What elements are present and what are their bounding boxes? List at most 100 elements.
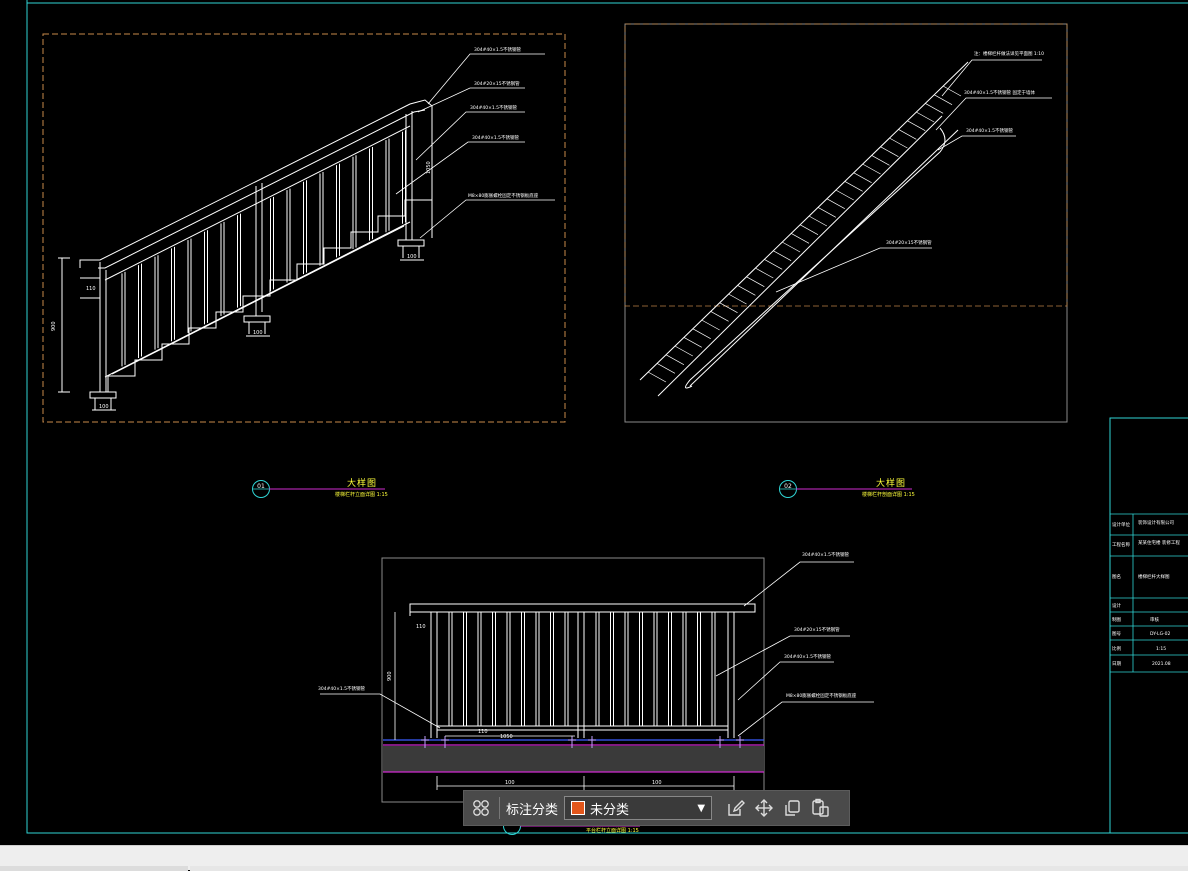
svg-text:DY-LG-02: DY-LG-02 bbox=[1150, 631, 1171, 637]
category-dropdown[interactable]: 未分类 ▼ bbox=[564, 796, 713, 820]
hatch-stroke bbox=[781, 241, 801, 253]
hatch-stroke bbox=[853, 172, 872, 183]
hatch-stroke bbox=[647, 371, 667, 383]
move-icon[interactable] bbox=[750, 794, 778, 822]
svg-text:110: 110 bbox=[478, 729, 488, 735]
svg-text:304#40×1.5不锈钢管: 304#40×1.5不锈钢管 bbox=[472, 134, 520, 141]
svg-text:01: 01 bbox=[257, 483, 265, 490]
svg-text:楼梯栏杆大样图: 楼梯栏杆大样图 bbox=[1138, 573, 1170, 580]
svg-text:02: 02 bbox=[784, 483, 792, 490]
detail-1-balusters bbox=[121, 130, 406, 367]
svg-text:工程名称: 工程名称 bbox=[1112, 541, 1130, 548]
hatch-stroke bbox=[916, 111, 935, 123]
annotation-toolbar: 标注分类 未分类 ▼ bbox=[463, 790, 850, 826]
svg-text:900: 900 bbox=[387, 671, 393, 681]
svg-text:100: 100 bbox=[505, 780, 515, 786]
hatch-stroke bbox=[889, 137, 908, 149]
svg-text:大样图: 大样图 bbox=[876, 477, 906, 489]
copy-icon[interactable] bbox=[778, 794, 806, 822]
svg-text:100: 100 bbox=[652, 780, 662, 786]
svg-text:图号: 图号 bbox=[1112, 631, 1121, 637]
detail-3-notes: 304#40×1.5不锈钢管 304#20×15不锈钢管 304#40×1.5不… bbox=[318, 551, 857, 699]
toolbar-divider bbox=[499, 797, 500, 819]
hatch-stroke bbox=[907, 120, 926, 131]
sheet-frame bbox=[26, 0, 1188, 834]
svg-text:审核: 审核 bbox=[1150, 616, 1159, 623]
detail-3-floor bbox=[383, 739, 764, 773]
svg-text:楼梯栏杆立面详图 1:15: 楼梯栏杆立面详图 1:15 bbox=[335, 491, 388, 498]
hatch-stroke bbox=[924, 103, 944, 114]
hatch-stroke bbox=[746, 276, 765, 287]
hatch-stroke bbox=[674, 345, 693, 357]
hatch-stroke bbox=[719, 302, 738, 313]
detail-1-label: 01 大样图 楼梯栏杆立面详图 1:15 bbox=[252, 477, 388, 498]
detail-2-hatch bbox=[647, 85, 962, 383]
svg-text:304#20×15不锈钢管: 304#20×15不锈钢管 bbox=[794, 626, 840, 633]
svg-text:304#40×1.5不锈钢管: 304#40×1.5不锈钢管 bbox=[470, 104, 518, 111]
detail-2-label: 02 大样图 楼梯栏杆剖面详图 1:15 bbox=[779, 477, 915, 498]
svg-text:2021.08: 2021.08 bbox=[1152, 661, 1171, 667]
svg-text:大样图: 大样图 bbox=[347, 477, 377, 489]
svg-text:304#40×1.5不锈钢管: 304#40×1.5不锈钢管 bbox=[474, 46, 522, 53]
svg-text:100: 100 bbox=[99, 404, 109, 410]
hatch-stroke bbox=[862, 163, 881, 175]
hatch-stroke bbox=[826, 198, 845, 209]
hatch-stroke bbox=[835, 189, 854, 201]
grid-layout-icon[interactable] bbox=[467, 794, 495, 822]
hatch-stroke bbox=[871, 155, 890, 166]
svg-text:304#40×1.5不锈钢管: 304#40×1.5不锈钢管 bbox=[802, 551, 850, 558]
hatch-stroke bbox=[817, 207, 837, 218]
svg-text:平台栏杆立面详图 1:15: 平台栏杆立面详图 1:15 bbox=[586, 827, 639, 834]
hatch-stroke bbox=[710, 311, 729, 322]
svg-text:304#40×1.5不锈钢管: 304#40×1.5不锈钢管 bbox=[784, 653, 832, 660]
detail-1-railing bbox=[79, 99, 433, 392]
hatch-stroke bbox=[656, 363, 676, 374]
category-value: 未分类 bbox=[590, 802, 630, 818]
hatch-stroke bbox=[933, 94, 953, 105]
detail-3-leaders bbox=[320, 561, 874, 737]
hatch-stroke bbox=[728, 293, 747, 305]
svg-text:设计: 设计 bbox=[1112, 602, 1121, 609]
detail-2-wall-section bbox=[639, 61, 969, 397]
svg-text:比例: 比例 bbox=[1112, 645, 1121, 652]
svg-text:100: 100 bbox=[407, 254, 417, 260]
svg-text:1050: 1050 bbox=[500, 734, 513, 740]
svg-text:304#20×15不锈钢管: 304#20×15不锈钢管 bbox=[474, 80, 520, 87]
hatch-stroke bbox=[808, 215, 828, 227]
hatch-stroke bbox=[790, 233, 810, 244]
svg-text:110: 110 bbox=[416, 624, 426, 630]
svg-text:110: 110 bbox=[86, 286, 96, 292]
hatch-stroke bbox=[701, 319, 720, 331]
svg-text:楼梯栏杆剖面详图 1:15: 楼梯栏杆剖面详图 1:15 bbox=[862, 491, 915, 498]
title-block: 设计单位 装饰设计有限公司 工程名称 某某住宅楼 装修工程 图名 楼梯栏杆大样图… bbox=[1110, 513, 1188, 673]
hatch-stroke bbox=[844, 181, 863, 192]
detail-1-notes: 304#40×1.5不锈钢管 304#20×15不锈钢管 304#40×1.5不… bbox=[468, 46, 539, 199]
svg-text:304#40×1.5不锈钢管: 304#40×1.5不锈钢管 bbox=[966, 127, 1014, 134]
hatch-stroke bbox=[880, 146, 899, 157]
hatch-stroke bbox=[755, 267, 774, 279]
hatch-stroke bbox=[799, 224, 819, 235]
chevron-down-icon: ▼ bbox=[697, 802, 706, 814]
hatch-stroke bbox=[764, 259, 783, 270]
cad-drawing-canvas[interactable]: 110 900 1050 100 100 100 304#40×1.5不锈钢管 … bbox=[0, 0, 1188, 845]
svg-text:装饰设计有限公司: 装饰设计有限公司 bbox=[1138, 519, 1174, 526]
svg-text:图名: 图名 bbox=[1112, 573, 1121, 580]
svg-text:304#20×15不锈钢管: 304#20×15不锈钢管 bbox=[886, 239, 932, 246]
svg-text:100: 100 bbox=[253, 330, 263, 336]
paste-icon[interactable] bbox=[806, 794, 834, 822]
detail-3-viewport[interactable]: 110 900 110 100 100 1050 304#40×1.5不锈钢管 … bbox=[318, 551, 874, 803]
hatch-stroke bbox=[737, 285, 756, 296]
category-color-swatch bbox=[571, 801, 586, 815]
detail-1-viewport[interactable]: 110 900 1050 100 100 100 304#40×1.5不锈钢管 … bbox=[42, 33, 566, 423]
detail-2-viewport[interactable]: 注：楼梯栏杆做法详见平面图 1:10 304#40×1.5不锈钢管 固定于墙体 … bbox=[624, 23, 1068, 423]
svg-text:304#40×1.5不锈钢管 固定于墙体: 304#40×1.5不锈钢管 固定于墙体 bbox=[964, 89, 1035, 96]
svg-text:M8×80膨胀螺栓固定不锈钢板底座: M8×80膨胀螺栓固定不锈钢板底座 bbox=[468, 192, 539, 199]
svg-text:注：楼梯栏杆做法详见平面图 1:10: 注：楼梯栏杆做法详见平面图 1:10 bbox=[974, 50, 1044, 57]
status-bar bbox=[0, 845, 1188, 871]
hatch-stroke bbox=[692, 328, 711, 339]
svg-text:1:15: 1:15 bbox=[1156, 646, 1166, 652]
hatch-stroke bbox=[665, 354, 685, 365]
edit-icon[interactable] bbox=[722, 794, 750, 822]
hatch-stroke bbox=[898, 129, 917, 140]
svg-text:设计单位: 设计单位 bbox=[1112, 521, 1130, 528]
